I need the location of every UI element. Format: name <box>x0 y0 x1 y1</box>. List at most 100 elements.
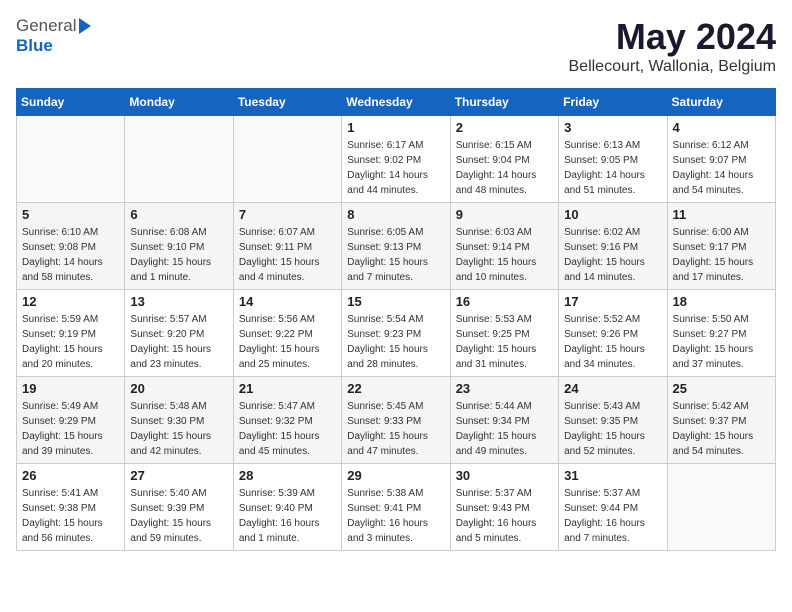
calendar-cell: 23Sunrise: 5:44 AM Sunset: 9:34 PM Dayli… <box>450 377 558 464</box>
calendar-cell: 27Sunrise: 5:40 AM Sunset: 9:39 PM Dayli… <box>125 464 233 551</box>
calendar-cell: 5 Sunrise: 6:10 AM Sunset: 9:08 PM Daylig… <box>17 203 125 290</box>
calendar-week-row: 1 Sunrise: 6:17 AM Sunset: 9:02 PM Daylig… <box>17 116 776 203</box>
calendar-table: SundayMondayTuesdayWednesdayThursdayFrid… <box>16 88 776 551</box>
day-info: Sunrise: 5:45 AM Sunset: 9:33 PM Dayligh… <box>347 399 444 459</box>
day-number: 28 <box>239 468 336 483</box>
logo-blue: Blue <box>16 36 53 56</box>
calendar-week-row: 19Sunrise: 5:49 AM Sunset: 9:29 PM Dayli… <box>17 377 776 464</box>
day-number: 4 <box>673 120 770 135</box>
calendar-cell: 29Sunrise: 5:38 AM Sunset: 9:41 PM Dayli… <box>342 464 450 551</box>
day-number: 9 <box>456 207 553 222</box>
day-number: 14 <box>239 294 336 309</box>
day-number: 19 <box>22 381 119 396</box>
day-info: Sunrise: 6:05 AM Sunset: 9:13 PM Dayligh… <box>347 225 444 285</box>
calendar-cell: 26 Sunrise: 5:41 AM Sunset: 9:38 PM Dayli… <box>17 464 125 551</box>
day-number: 2 <box>456 120 553 135</box>
day-info: Sunrise: 5:42 AM Sunset: 9:37 PM Dayligh… <box>673 399 770 459</box>
day-of-week-header: Saturday <box>667 89 775 116</box>
calendar-cell: 10 Sunrise: 6:02 AM Sunset: 9:16 PM Dayli… <box>559 203 667 290</box>
day-number: 12 <box>22 294 119 309</box>
calendar-cell: 11 Sunrise: 6:00 AM Sunset: 9:17 PM Dayli… <box>667 203 775 290</box>
day-info: Sunrise: 5:57 AM Sunset: 9:20 PM Dayligh… <box>130 312 227 372</box>
day-number: 30 <box>456 468 553 483</box>
day-number: 16 <box>456 294 553 309</box>
day-of-week-header: Thursday <box>450 89 558 116</box>
day-info: Sunrise: 5:50 AM Sunset: 9:27 PM Dayligh… <box>673 312 770 372</box>
calendar-cell <box>17 116 125 203</box>
day-number: 22 <box>347 381 444 396</box>
day-info: Sunrise: 6:13 AM Sunset: 9:05 PM Dayligh… <box>564 138 661 198</box>
day-number: 6 <box>130 207 227 222</box>
day-info: Sunrise: 6:02 AM Sunset: 9:16 PM Dayligh… <box>564 225 661 285</box>
day-info: Sunrise: 5:38 AM Sunset: 9:41 PM Dayligh… <box>347 486 444 546</box>
day-number: 18 <box>673 294 770 309</box>
calendar-cell: 16 Sunrise: 5:53 AM Sunset: 9:25 PM Dayli… <box>450 290 558 377</box>
day-info: Sunrise: 6:08 AM Sunset: 9:10 PM Dayligh… <box>130 225 227 285</box>
day-number: 3 <box>564 120 661 135</box>
day-info: Sunrise: 6:03 AM Sunset: 9:14 PM Dayligh… <box>456 225 553 285</box>
calendar-cell: 21 Sunrise: 5:47 AM Sunset: 9:32 PM Dayli… <box>233 377 341 464</box>
calendar-cell: 3 Sunrise: 6:13 AM Sunset: 9:05 PM Daylig… <box>559 116 667 203</box>
day-info: Sunrise: 6:00 AM Sunset: 9:17 PM Dayligh… <box>673 225 770 285</box>
calendar-cell: 17Sunrise: 5:52 AM Sunset: 9:26 PM Dayli… <box>559 290 667 377</box>
calendar-cell: 31 Sunrise: 5:37 AM Sunset: 9:44 PM Dayli… <box>559 464 667 551</box>
day-info: Sunrise: 5:44 AM Sunset: 9:34 PM Dayligh… <box>456 399 553 459</box>
day-info: Sunrise: 5:37 AM Sunset: 9:44 PM Dayligh… <box>564 486 661 546</box>
calendar-cell: 12Sunrise: 5:59 AM Sunset: 9:19 PM Dayli… <box>17 290 125 377</box>
day-of-week-header: Sunday <box>17 89 125 116</box>
day-info: Sunrise: 6:17 AM Sunset: 9:02 PM Dayligh… <box>347 138 444 198</box>
day-number: 8 <box>347 207 444 222</box>
day-number: 20 <box>130 381 227 396</box>
day-number: 5 <box>22 207 119 222</box>
day-number: 1 <box>347 120 444 135</box>
calendar-cell: 22 Sunrise: 5:45 AM Sunset: 9:33 PM Dayli… <box>342 377 450 464</box>
day-info: Sunrise: 5:48 AM Sunset: 9:30 PM Dayligh… <box>130 399 227 459</box>
day-of-week-header: Friday <box>559 89 667 116</box>
day-number: 11 <box>673 207 770 222</box>
day-number: 31 <box>564 468 661 483</box>
day-number: 21 <box>239 381 336 396</box>
day-info: Sunrise: 5:37 AM Sunset: 9:43 PM Dayligh… <box>456 486 553 546</box>
calendar-cell <box>125 116 233 203</box>
day-info: Sunrise: 5:47 AM Sunset: 9:32 PM Dayligh… <box>239 399 336 459</box>
calendar-cell: 9 Sunrise: 6:03 AM Sunset: 9:14 PM Daylig… <box>450 203 558 290</box>
calendar-cell: 20 Sunrise: 5:48 AM Sunset: 9:30 PM Dayli… <box>125 377 233 464</box>
day-info: Sunrise: 5:41 AM Sunset: 9:38 PM Dayligh… <box>22 486 119 546</box>
calendar-cell <box>233 116 341 203</box>
day-number: 10 <box>564 207 661 222</box>
title-block: May 2024 Bellecourt, Wallonia, Belgium <box>569 16 777 76</box>
calendar-header-row: SundayMondayTuesdayWednesdayThursdayFrid… <box>17 89 776 116</box>
day-number: 17 <box>564 294 661 309</box>
day-number: 27 <box>130 468 227 483</box>
calendar-cell: 15Sunrise: 5:54 AM Sunset: 9:23 PM Dayli… <box>342 290 450 377</box>
day-info: Sunrise: 5:53 AM Sunset: 9:25 PM Dayligh… <box>456 312 553 372</box>
day-info: Sunrise: 6:10 AM Sunset: 9:08 PM Dayligh… <box>22 225 119 285</box>
calendar-week-row: 5 Sunrise: 6:10 AM Sunset: 9:08 PM Daylig… <box>17 203 776 290</box>
calendar-cell: 14 Sunrise: 5:56 AM Sunset: 9:22 PM Dayli… <box>233 290 341 377</box>
day-info: Sunrise: 5:56 AM Sunset: 9:22 PM Dayligh… <box>239 312 336 372</box>
calendar-cell: 28 Sunrise: 5:39 AM Sunset: 9:40 PM Dayli… <box>233 464 341 551</box>
logo-general: General <box>16 16 76 36</box>
day-number: 26 <box>22 468 119 483</box>
day-info: Sunrise: 5:54 AM Sunset: 9:23 PM Dayligh… <box>347 312 444 372</box>
calendar-cell: 4 Sunrise: 6:12 AM Sunset: 9:07 PM Daylig… <box>667 116 775 203</box>
day-number: 24 <box>564 381 661 396</box>
day-number: 7 <box>239 207 336 222</box>
calendar-week-row: 26 Sunrise: 5:41 AM Sunset: 9:38 PM Dayli… <box>17 464 776 551</box>
calendar-cell: 1 Sunrise: 6:17 AM Sunset: 9:02 PM Daylig… <box>342 116 450 203</box>
page-title: May 2024 <box>569 16 777 58</box>
logo-arrow-icon <box>79 18 91 34</box>
day-info: Sunrise: 6:12 AM Sunset: 9:07 PM Dayligh… <box>673 138 770 198</box>
calendar-cell: 2 Sunrise: 6:15 AM Sunset: 9:04 PM Daylig… <box>450 116 558 203</box>
calendar-week-row: 12Sunrise: 5:59 AM Sunset: 9:19 PM Dayli… <box>17 290 776 377</box>
calendar-cell: 7 Sunrise: 6:07 AM Sunset: 9:11 PM Daylig… <box>233 203 341 290</box>
day-of-week-header: Wednesday <box>342 89 450 116</box>
day-of-week-header: Tuesday <box>233 89 341 116</box>
day-info: Sunrise: 6:07 AM Sunset: 9:11 PM Dayligh… <box>239 225 336 285</box>
day-info: Sunrise: 6:15 AM Sunset: 9:04 PM Dayligh… <box>456 138 553 198</box>
page-header: General Blue May 2024 Bellecourt, Wallon… <box>16 16 776 76</box>
page-subtitle: Bellecourt, Wallonia, Belgium <box>569 58 777 76</box>
day-info: Sunrise: 5:39 AM Sunset: 9:40 PM Dayligh… <box>239 486 336 546</box>
calendar-cell: 13Sunrise: 5:57 AM Sunset: 9:20 PM Dayli… <box>125 290 233 377</box>
calendar-cell: 8 Sunrise: 6:05 AM Sunset: 9:13 PM Daylig… <box>342 203 450 290</box>
